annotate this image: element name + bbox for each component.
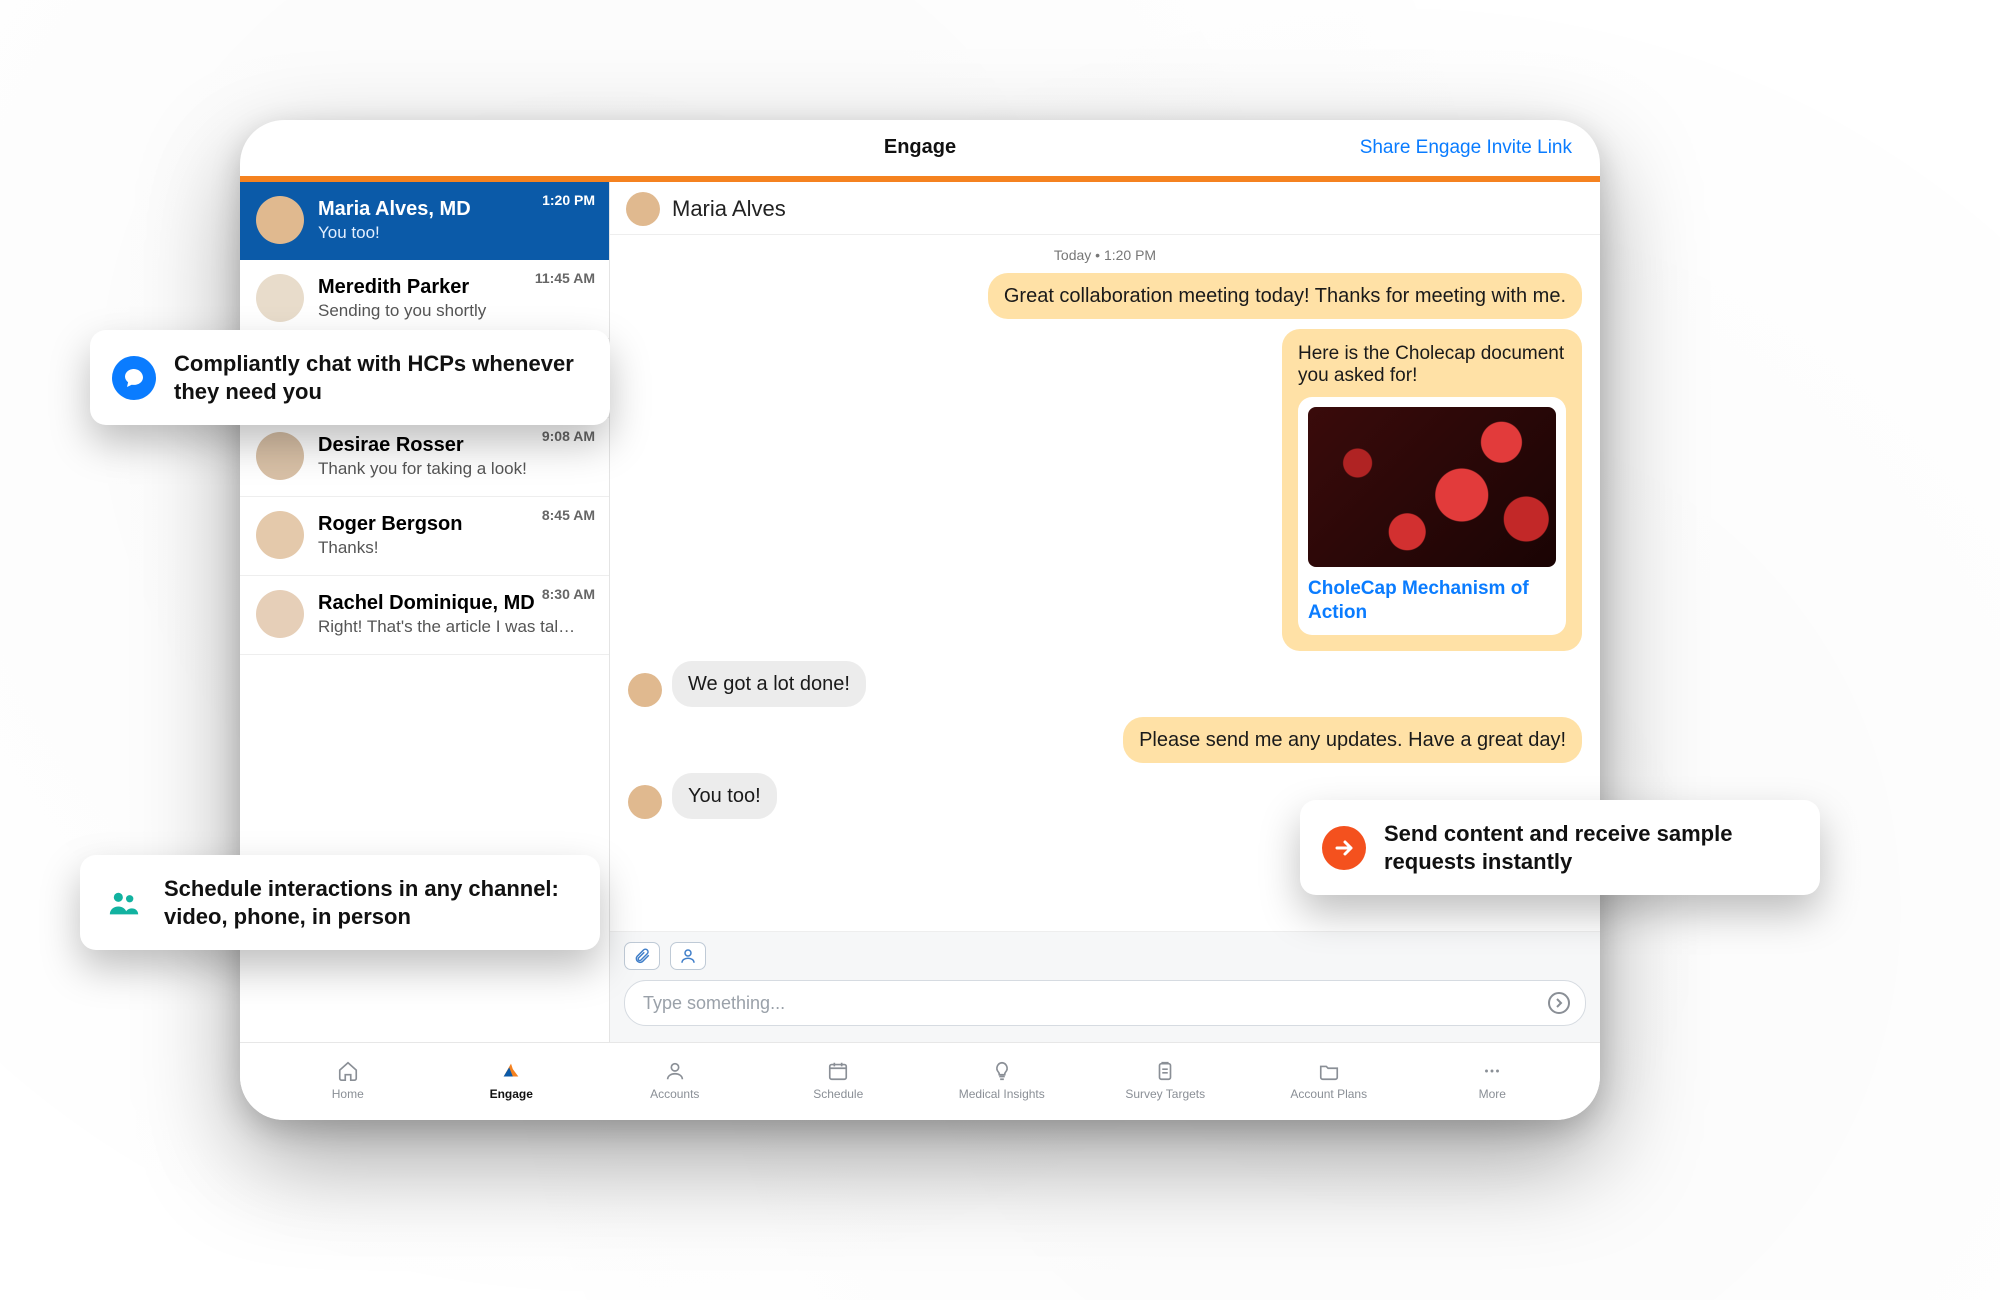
- tab-accounts[interactable]: Accounts: [630, 1059, 720, 1101]
- home-icon: [335, 1059, 361, 1083]
- person-icon: [679, 947, 697, 965]
- conversation-preview: You too!: [318, 223, 593, 243]
- more-icon: [1479, 1059, 1505, 1083]
- tab-label: Accounts: [650, 1087, 699, 1101]
- message-bubble: We got a lot done!: [672, 661, 866, 707]
- callout-text: Schedule interactions in any channel: vi…: [164, 875, 574, 930]
- tab-more[interactable]: More: [1447, 1059, 1537, 1101]
- chat-pane: Maria Alves Today • 1:20 PM Great collab…: [610, 182, 1600, 1042]
- conversation-item[interactable]: Desirae Rosser Thank you for taking a lo…: [240, 418, 609, 497]
- avatar: [256, 511, 304, 559]
- page-title: Engage: [884, 136, 956, 159]
- tab-label: More: [1479, 1087, 1506, 1101]
- tab-engage[interactable]: Engage: [466, 1059, 556, 1101]
- tab-label: Engage: [490, 1087, 533, 1101]
- tab-schedule[interactable]: Schedule: [793, 1059, 883, 1101]
- conversation-preview: Right! That's the article I was tal…: [318, 617, 593, 637]
- chat-contact-name: Maria Alves: [672, 196, 786, 222]
- document-thumb-wrap: CholeCap Mechanism of Action: [1298, 397, 1566, 635]
- callout-schedule: Schedule interactions in any channel: vi…: [80, 855, 600, 950]
- tab-label: Survey Targets: [1125, 1087, 1205, 1101]
- callout-text: Send content and receive sample requests…: [1384, 820, 1794, 875]
- tab-account-plans[interactable]: Account Plans: [1284, 1059, 1374, 1101]
- chat-bubble-icon: [112, 356, 156, 400]
- conversation-time: 8:30 AM: [542, 586, 595, 602]
- tab-survey-targets[interactable]: Survey Targets: [1120, 1059, 1210, 1101]
- avatar: [256, 274, 304, 322]
- callout-chat: Compliantly chat with HCPs whenever they…: [90, 330, 610, 425]
- callout-send-content: Send content and receive sample requests…: [1300, 800, 1820, 895]
- send-button[interactable]: [1545, 989, 1573, 1017]
- document-thumbnail: [1308, 407, 1556, 567]
- titlebar: Engage Share Engage Invite Link: [240, 120, 1600, 176]
- avatar: [256, 432, 304, 480]
- lightbulb-icon: [989, 1059, 1015, 1083]
- conversation-item[interactable]: Roger Bergson Thanks! 8:45 AM: [240, 497, 609, 576]
- tab-home[interactable]: Home: [303, 1059, 393, 1101]
- composer: [624, 980, 1586, 1026]
- arrow-right-icon: [1322, 826, 1366, 870]
- conversation-item[interactable]: Meredith Parker Sending to you shortly 1…: [240, 260, 609, 339]
- tab-label: Schedule: [813, 1087, 863, 1101]
- conversation-time: 9:08 AM: [542, 428, 595, 444]
- clipboard-icon: [1152, 1059, 1178, 1083]
- chat-header: Maria Alves: [610, 182, 1600, 235]
- message-bubble: Great collaboration meeting today! Thank…: [988, 273, 1582, 319]
- people-icon: [102, 881, 146, 925]
- tab-label: Account Plans: [1290, 1087, 1367, 1101]
- arrow-right-circle-icon: [1547, 991, 1571, 1015]
- folder-icon: [1316, 1059, 1342, 1083]
- avatar: [628, 785, 662, 819]
- accounts-icon: [662, 1059, 688, 1083]
- composer-area: [610, 931, 1600, 1042]
- document-title: CholeCap Mechanism of Action: [1308, 577, 1556, 625]
- conversation-time: 11:45 AM: [535, 270, 595, 286]
- document-caption: Here is the Cholecap document you asked …: [1298, 343, 1566, 387]
- conversation-preview: Sending to you shortly: [318, 301, 593, 321]
- avatar: [256, 590, 304, 638]
- composer-tools: [624, 942, 1586, 970]
- tab-label: Medical Insights: [959, 1087, 1045, 1101]
- avatar: [256, 196, 304, 244]
- engage-icon: [498, 1059, 524, 1083]
- app-window: Engage Share Engage Invite Link Maria Al…: [240, 120, 1600, 1120]
- conversation-time: 8:45 AM: [542, 507, 595, 523]
- message-input[interactable]: [643, 993, 1545, 1014]
- avatar: [626, 192, 660, 226]
- tab-label: Home: [332, 1087, 364, 1101]
- message-bubble: You too!: [672, 773, 777, 819]
- message-row-sent: Please send me any updates. Have a great…: [628, 717, 1582, 763]
- message-row-sent: Here is the Cholecap document you asked …: [628, 329, 1582, 651]
- document-card[interactable]: Here is the Cholecap document you asked …: [1282, 329, 1582, 651]
- message-row-sent: Great collaboration meeting today! Thank…: [628, 273, 1582, 319]
- tab-bar: Home Engage Accounts Schedule Medical In…: [240, 1042, 1600, 1120]
- conversation-item[interactable]: Maria Alves, MD You too! 1:20 PM: [240, 182, 609, 260]
- conversation-preview: Thanks!: [318, 538, 593, 558]
- callout-text: Compliantly chat with HCPs whenever they…: [174, 350, 584, 405]
- conversation-time: 1:20 PM: [542, 192, 595, 208]
- conversation-preview: Thank you for taking a look!: [318, 459, 593, 479]
- add-contact-button[interactable]: [670, 942, 706, 970]
- avatar: [628, 673, 662, 707]
- share-invite-link[interactable]: Share Engage Invite Link: [1360, 137, 1572, 159]
- paperclip-icon: [633, 947, 651, 965]
- attach-button[interactable]: [624, 942, 660, 970]
- tab-medical-insights[interactable]: Medical Insights: [957, 1059, 1047, 1101]
- calendar-icon: [825, 1059, 851, 1083]
- conversation-item[interactable]: Rachel Dominique, MD Right! That's the a…: [240, 576, 609, 655]
- message-bubble: Please send me any updates. Have a great…: [1123, 717, 1582, 763]
- message-row-received: We got a lot done!: [628, 661, 1582, 707]
- chat-timeline: Today • 1:20 PM: [610, 235, 1600, 273]
